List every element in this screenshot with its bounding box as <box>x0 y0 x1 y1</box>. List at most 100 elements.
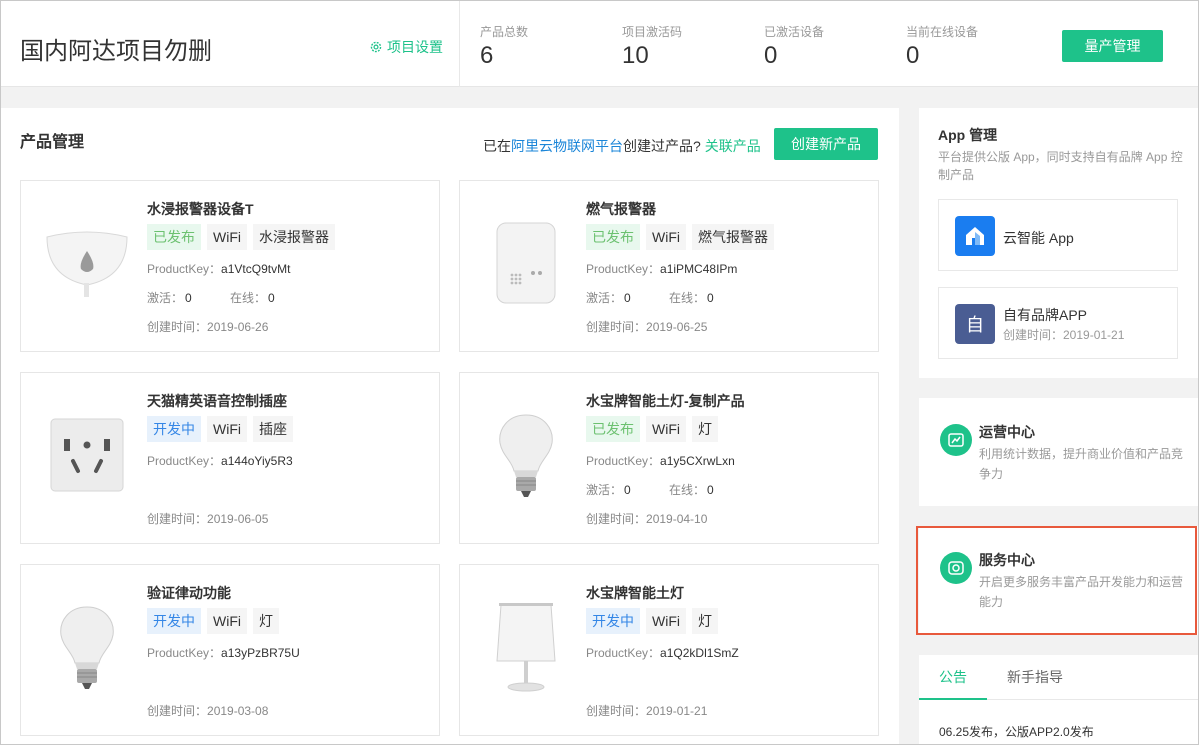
stat-value: 0 <box>906 42 920 69</box>
announcement-panel: 公告 新手指导 06.25发布，公版APP2.0发布 <box>919 655 1198 745</box>
gas-alarm-image <box>482 215 570 311</box>
app-management-title: App 管理 <box>938 127 998 143</box>
product-name: 水宝牌智能土灯 <box>586 585 684 601</box>
app-name: 云智能 App <box>1003 230 1074 246</box>
product-card[interactable]: 燃气报警器 已发布 WiFi 燃气报警器 ProductKey：a1iPMC48… <box>459 180 879 352</box>
table-lamp-image <box>482 599 570 695</box>
iot-platform-link[interactable]: 阿里云物联网平台 <box>511 138 623 154</box>
header-divider <box>459 1 460 87</box>
product-hint: 已在阿里云物联网平台创建过产品? 关联产品 <box>483 136 761 156</box>
app-created-time: 创建时间：2019-01-21 <box>1003 328 1125 342</box>
product-tags: 开发中 WiFi 插座 <box>147 416 293 442</box>
tab-beginner-guide[interactable]: 新手指导 <box>987 655 1083 700</box>
created-time: 创建时间：2019-06-25 <box>586 320 708 334</box>
stat-activation-codes: 项目激活码 10 <box>622 23 682 70</box>
created-time: 创建时间：2019-01-21 <box>586 704 708 718</box>
smart-socket-image <box>43 407 131 503</box>
product-key: ProductKey：a13yPzBR75U <box>147 646 300 660</box>
product-key: ProductKey：a1iPMC48IPm <box>586 262 738 276</box>
online-count: 在线： 0 <box>669 483 714 497</box>
own-brand-app-icon: 自 <box>955 304 995 344</box>
gear-icon <box>370 41 382 53</box>
app-name: 自有品牌APP <box>1003 307 1088 323</box>
bulb-image <box>482 407 570 503</box>
product-tags: 已发布 WiFi 水浸报警器 <box>147 224 335 250</box>
hint-prefix: 已在 <box>483 138 511 154</box>
status-badge: 已发布 <box>147 224 201 250</box>
product-name: 天猫精英语音控制插座 <box>147 393 287 409</box>
product-key: ProductKey：a1Q2kDl1SmZ <box>586 646 739 660</box>
service-center-desc: 开启更多服务丰富产品开发能力和运营能力 <box>979 575 1184 609</box>
operations-center-card[interactable]: 运营中心 利用统计数据，提升商业价值和产品竞争力 <box>919 398 1198 506</box>
product-card[interactable]: 水浸报警器设备T 已发布 WiFi 水浸报警器 ProductKey：a1Vtc… <box>20 180 440 352</box>
service-center-icon <box>940 552 972 584</box>
app-management-panel: App 管理 平台提供公版 App，同时支持自有品牌 App 控制产品 云智能 … <box>919 108 1198 378</box>
tab-announcement[interactable]: 公告 <box>919 655 987 700</box>
product-tags: 开发中 WiFi 灯 <box>147 608 279 634</box>
mass-production-button[interactable]: 量产管理 <box>1062 30 1163 62</box>
activated-count: 激活： 0 <box>586 483 631 497</box>
product-key: ProductKey：a1y5CXrwLxn <box>586 454 735 468</box>
created-time: 创建时间：2019-04-10 <box>586 512 708 526</box>
app-management-desc: 平台提供公版 App，同时支持自有品牌 App 控制产品 <box>938 150 1183 182</box>
product-name: 验证律动功能 <box>147 585 231 601</box>
activated-count: 激活： 0 <box>586 291 631 305</box>
water-leak-sensor-image <box>43 215 131 311</box>
stat-label: 项目激活码 <box>622 25 683 39</box>
link-product-link[interactable]: 关联产品 <box>705 138 761 154</box>
project-title: 国内阿达项目勿删 <box>20 38 212 65</box>
operations-center-title: 运营中心 <box>979 424 1035 440</box>
created-time: 创建时间：2019-06-26 <box>147 320 269 334</box>
online-count: 在线： 0 <box>230 291 275 305</box>
product-card[interactable]: 验证律动功能 开发中 WiFi 灯 ProductKey：a13yPzBR75U… <box>20 564 440 736</box>
product-tags: 开发中 WiFi 灯 <box>586 608 718 634</box>
product-key: ProductKey：a144oYiy5R3 <box>147 454 293 468</box>
network-tag: WiFi <box>646 416 686 442</box>
product-key: ProductKey：a1VtcQ9tvMt <box>147 262 291 276</box>
stat-activated-devices: 已激活设备 0 <box>764 23 824 70</box>
network-tag: WiFi <box>207 224 247 250</box>
status-badge: 开发中 <box>586 608 640 634</box>
product-card[interactable]: 水宝牌智能土灯 开发中 WiFi 灯 ProductKey：a1Q2kDl1Sm… <box>459 564 879 736</box>
category-tag: 灯 <box>692 608 718 634</box>
status-badge: 已发布 <box>586 416 640 442</box>
cloud-smart-app-icon <box>955 216 995 256</box>
cloud-smart-app-card[interactable]: 云智能 App <box>938 199 1178 271</box>
project-header: 国内阿达项目勿删 项目设置 产品总数 6 项目激活码 10 已激活设备 0 当前… <box>1 1 1198 87</box>
category-tag: 灯 <box>692 416 718 442</box>
category-tag: 水浸报警器 <box>253 224 335 250</box>
category-tag: 灯 <box>253 608 279 634</box>
hint-suffix: 创建过产品? <box>623 138 701 154</box>
service-center-card[interactable]: 服务中心 开启更多服务丰富产品开发能力和运营能力 <box>919 526 1198 635</box>
stat-label: 当前在线设备 <box>906 25 979 39</box>
product-tags: 已发布 WiFi 灯 <box>586 416 718 442</box>
stat-value: 0 <box>764 42 778 69</box>
product-card[interactable]: 天猫精英语音控制插座 开发中 WiFi 插座 ProductKey：a144oY… <box>20 372 440 544</box>
product-management-title: 产品管理 <box>20 134 85 151</box>
stat-label: 已激活设备 <box>764 25 825 39</box>
status-badge: 开发中 <box>147 416 201 442</box>
stat-label: 产品总数 <box>480 25 529 39</box>
created-time: 创建时间：2019-03-08 <box>147 704 269 718</box>
stat-online-devices: 当前在线设备 0 <box>906 23 978 70</box>
product-tags: 已发布 WiFi 燃气报警器 <box>586 224 774 250</box>
create-product-button[interactable]: 创建新产品 <box>774 128 878 160</box>
announcement-item[interactable]: 06.25发布，公版APP2.0发布 <box>939 723 1094 740</box>
announcement-tabs: 公告 新手指导 <box>919 655 1198 700</box>
category-tag: 燃气报警器 <box>692 224 774 250</box>
network-tag: WiFi <box>646 608 686 634</box>
activated-count: 激活： 0 <box>147 291 192 305</box>
network-tag: WiFi <box>207 416 247 442</box>
network-tag: WiFi <box>207 608 247 634</box>
product-name: 水宝牌智能土灯-复制产品 <box>586 393 745 409</box>
product-name: 燃气报警器 <box>586 201 656 217</box>
status-badge: 开发中 <box>147 608 201 634</box>
stat-value: 6 <box>480 42 494 69</box>
online-count: 在线： 0 <box>669 291 714 305</box>
product-card[interactable]: 水宝牌智能土灯-复制产品 已发布 WiFi 灯 ProductKey：a1y5C… <box>459 372 879 544</box>
project-settings-link[interactable]: 项目设置 <box>369 37 443 57</box>
service-center-title: 服务中心 <box>979 552 1035 568</box>
product-name: 水浸报警器设备T <box>147 201 254 217</box>
stat-product-count: 产品总数 6 <box>480 23 528 70</box>
own-brand-app-card[interactable]: 自 自有品牌APP 创建时间：2019-01-21 <box>938 287 1178 359</box>
